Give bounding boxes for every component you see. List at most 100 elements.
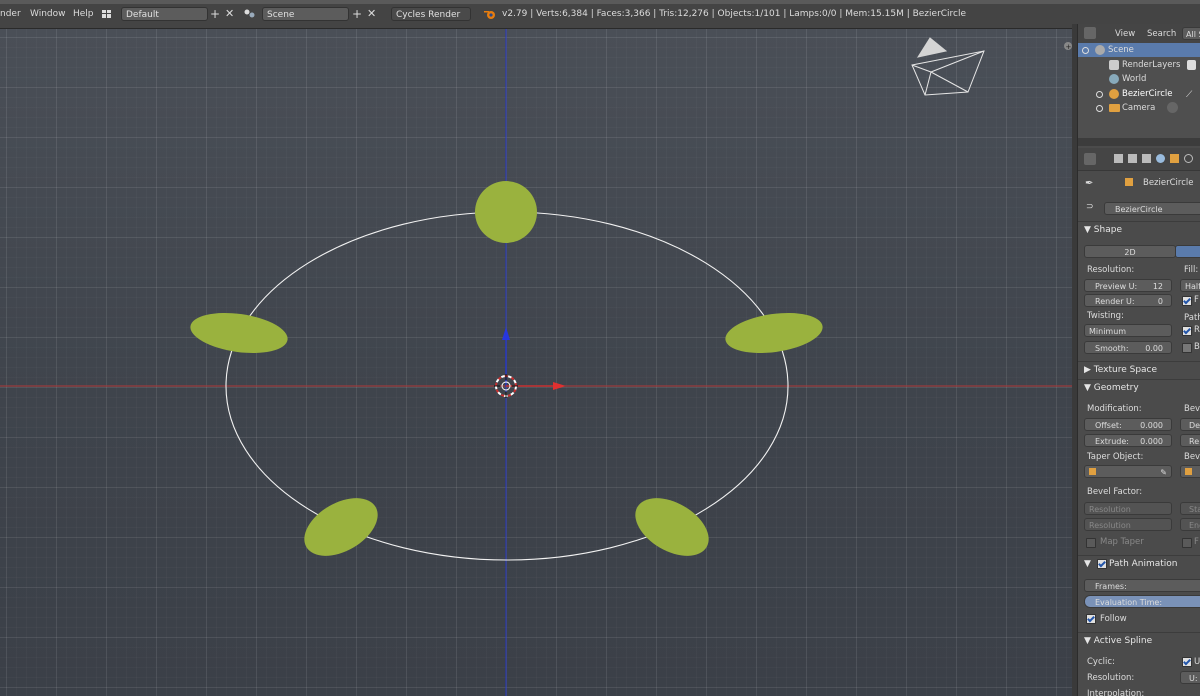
layers-tab-icon[interactable] bbox=[1128, 154, 1137, 163]
outliner-row-world[interactable]: World bbox=[1078, 72, 1200, 86]
path-b-checkbox[interactable] bbox=[1182, 343, 1192, 353]
scene-icon[interactable] bbox=[243, 8, 255, 20]
evaluation-time-field[interactable]: Evaluation Time: bbox=[1084, 595, 1200, 608]
menu-render[interactable]: nder bbox=[0, 7, 21, 21]
scene-tab-icon[interactable] bbox=[1142, 154, 1151, 163]
bevel-start-field[interactable]: Star bbox=[1180, 502, 1200, 515]
curve-datablock-field[interactable]: BezierCircle bbox=[1104, 202, 1200, 215]
pin-icon[interactable]: ✒ bbox=[1085, 178, 1093, 189]
render-icon[interactable] bbox=[1187, 60, 1196, 70]
blob-bottom-right[interactable] bbox=[625, 486, 718, 568]
constraints-tab-icon[interactable] bbox=[1184, 154, 1193, 163]
bevel-factor-mapping-start[interactable]: Resolution bbox=[1084, 502, 1172, 515]
map-taper-checkbox[interactable] bbox=[1086, 538, 1096, 548]
scene-icon bbox=[1095, 45, 1105, 55]
render-tab-icon[interactable] bbox=[1114, 154, 1123, 163]
window-edge bbox=[0, 0, 1200, 4]
render-u-field[interactable]: Render U: 0 bbox=[1084, 294, 1172, 307]
eyedropper-icon[interactable]: ✎ bbox=[1160, 466, 1167, 479]
outliner-menu-search[interactable]: Search bbox=[1147, 28, 1176, 40]
taper-object-field[interactable]: ✎ bbox=[1084, 465, 1172, 478]
2d-toggle-button[interactable]: 2D bbox=[1084, 245, 1176, 258]
twisting-select[interactable]: Minimum bbox=[1084, 324, 1172, 337]
blob-top[interactable] bbox=[475, 181, 537, 243]
close-layout-icon[interactable]: ✕ bbox=[225, 7, 234, 21]
camera-wireframe-icon[interactable] bbox=[911, 37, 985, 96]
object-tab-icon[interactable] bbox=[1170, 154, 1179, 163]
checkbox-label: U bbox=[1194, 657, 1200, 667]
geometry-panel-header[interactable]: ▼ Geometry bbox=[1078, 379, 1200, 396]
editor-type-icon[interactable] bbox=[1084, 27, 1096, 39]
outliner-label: RenderLayers bbox=[1122, 60, 1181, 70]
fill-caps-checkbox[interactable] bbox=[1182, 538, 1192, 548]
gizmo-y-arrow[interactable] bbox=[502, 327, 510, 340]
checkbox-label: F bbox=[1194, 295, 1199, 305]
checkbox-label: F bbox=[1194, 537, 1199, 547]
add-scene-icon[interactable]: + bbox=[352, 7, 362, 21]
3d-toggle-button[interactable] bbox=[1175, 245, 1200, 258]
blob-bottom-left[interactable] bbox=[294, 486, 387, 568]
editor-type-icon[interactable] bbox=[1084, 153, 1096, 165]
field-value: 0.000 bbox=[1140, 421, 1163, 430]
outliner-row-beziercircle[interactable]: BezierCircle ⟋ bbox=[1078, 87, 1200, 101]
modification-label: Modification: bbox=[1087, 404, 1142, 414]
add-layout-icon[interactable]: + bbox=[210, 7, 220, 21]
expand-icon[interactable] bbox=[1096, 91, 1103, 98]
outliner-row-renderlayers[interactable]: RenderLayers bbox=[1078, 58, 1200, 72]
svg-text:+: + bbox=[1066, 43, 1072, 51]
path-radius-checkbox[interactable] bbox=[1182, 326, 1192, 336]
screen-layout-icon[interactable] bbox=[101, 8, 113, 20]
object-icon bbox=[1089, 468, 1096, 475]
render-engine-select[interactable]: Cycles Render bbox=[391, 7, 471, 21]
properties-header bbox=[1078, 148, 1200, 171]
fill-mode-select[interactable]: Half bbox=[1180, 279, 1200, 292]
outliner-filter-select[interactable]: All S bbox=[1182, 27, 1200, 40]
bevel-depth-field[interactable]: De bbox=[1180, 418, 1200, 431]
bevel-object-field[interactable] bbox=[1180, 465, 1200, 478]
frames-field[interactable]: Frames: bbox=[1084, 579, 1200, 592]
outliner-scrollbar[interactable] bbox=[1078, 138, 1200, 146]
menu-help[interactable]: Help bbox=[73, 7, 94, 21]
world-tab-icon[interactable] bbox=[1156, 154, 1165, 163]
3d-viewport[interactable]: + bbox=[0, 29, 1077, 696]
layout-field[interactable]: Default bbox=[121, 7, 208, 21]
viewport-canvas[interactable]: + bbox=[0, 29, 1077, 696]
outliner-row-scene[interactable]: Scene bbox=[1078, 43, 1200, 57]
active-spline-panel-header[interactable]: ▼ Active Spline bbox=[1078, 632, 1200, 649]
offset-field[interactable]: Offset: 0.000 bbox=[1084, 418, 1172, 431]
fill-deformed-checkbox[interactable] bbox=[1182, 296, 1192, 306]
blob-right[interactable] bbox=[723, 307, 825, 358]
extrude-field[interactable]: Extrude: 0.000 bbox=[1084, 434, 1172, 447]
expand-icon[interactable] bbox=[1096, 105, 1103, 112]
resolution-label: Resolution: bbox=[1087, 265, 1135, 275]
checkbox-label: R bbox=[1194, 325, 1200, 335]
path-animation-checkbox[interactable] bbox=[1097, 559, 1107, 569]
outliner-menu-view[interactable]: View bbox=[1115, 28, 1135, 40]
blob-left[interactable] bbox=[188, 307, 290, 358]
scene-field[interactable]: Scene bbox=[262, 7, 349, 21]
camera-data-icon[interactable] bbox=[1167, 102, 1178, 113]
spline-resolution-u-field[interactable]: U: bbox=[1180, 671, 1200, 684]
bevel-resolution-field[interactable]: Re bbox=[1180, 434, 1200, 447]
gizmo-x-arrow[interactable] bbox=[553, 382, 566, 390]
collapse-arrow-icon: ▼ bbox=[1084, 636, 1094, 646]
curve-data-icon[interactable]: ⟋ bbox=[1186, 88, 1192, 102]
collapse-arrow-icon: ▼ bbox=[1084, 383, 1094, 393]
viewport-corner-widget-icon[interactable]: + bbox=[1064, 42, 1072, 51]
smooth-field[interactable]: Smooth: 0.00 bbox=[1084, 341, 1172, 354]
menu-window[interactable]: Window bbox=[30, 7, 66, 21]
bevel-end-field[interactable]: End: bbox=[1180, 518, 1200, 531]
follow-checkbox[interactable] bbox=[1086, 614, 1096, 624]
shape-panel-header[interactable]: ▼ Shape bbox=[1078, 221, 1200, 238]
cyclic-u-checkbox[interactable] bbox=[1182, 657, 1192, 667]
outliner-label: World bbox=[1122, 74, 1147, 84]
outliner-row-camera[interactable]: Camera bbox=[1078, 101, 1200, 115]
close-scene-icon[interactable]: ✕ bbox=[367, 7, 376, 21]
expand-icon[interactable] bbox=[1082, 47, 1089, 54]
checkbox-label: Map Taper bbox=[1100, 537, 1144, 547]
texture-space-panel-header[interactable]: ▶ Texture Space bbox=[1078, 361, 1200, 378]
path-animation-panel-header[interactable]: ▼ Path Animation bbox=[1078, 555, 1200, 572]
preview-u-field[interactable]: Preview U: 12 bbox=[1084, 279, 1172, 292]
field-value: 0.00 bbox=[1145, 344, 1163, 353]
bevel-factor-mapping-end[interactable]: Resolution bbox=[1084, 518, 1172, 531]
